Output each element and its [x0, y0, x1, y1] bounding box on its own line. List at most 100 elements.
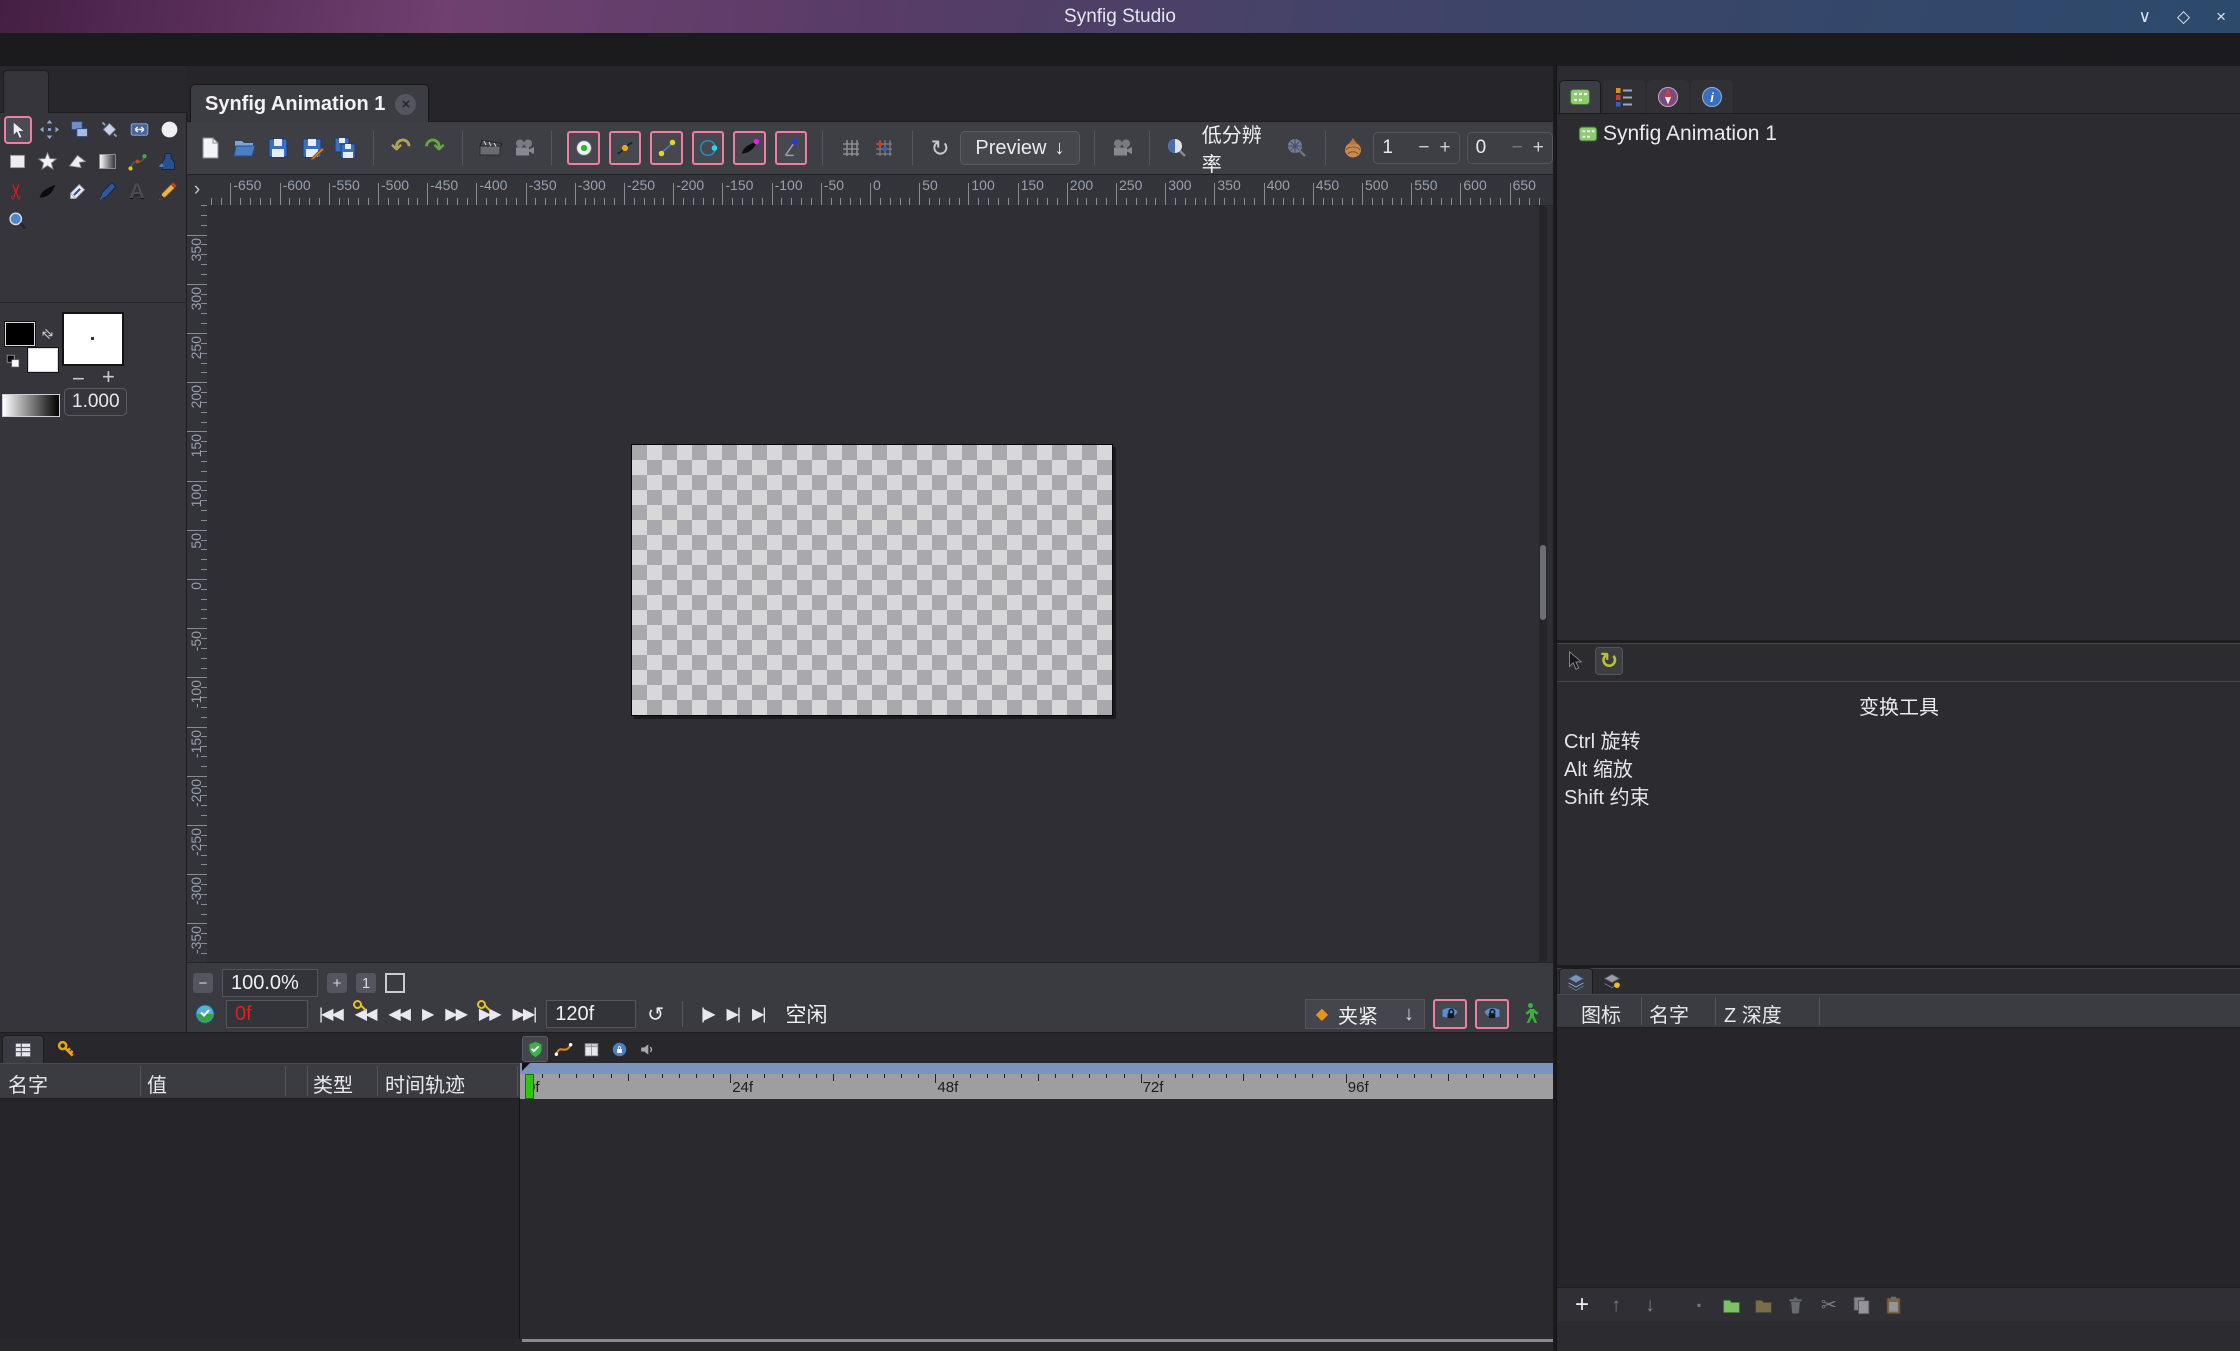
- tab-sets[interactable]: [1595, 968, 1629, 994]
- snap-to-grid-button[interactable]: [871, 133, 898, 163]
- toggle-angle-handles-button[interactable]: [774, 131, 808, 165]
- toggle-position-handles-button[interactable]: [567, 131, 600, 165]
- column-divider[interactable]: [1641, 997, 1642, 1025]
- brush-increase-button[interactable]: +: [102, 366, 115, 388]
- column-name[interactable]: 名字: [8, 1069, 48, 1098]
- toolbox-tab[interactable]: [3, 70, 49, 113]
- fit-canvas-icon[interactable]: [385, 973, 405, 993]
- column-divider[interactable]: [1819, 997, 1820, 1025]
- toolbox-collapse-button[interactable]: ›: [187, 175, 207, 205]
- group-layers-button[interactable]: [1750, 1292, 1776, 1318]
- spinner-minus-button[interactable]: −: [1418, 137, 1429, 159]
- tab-navigator[interactable]: [1647, 80, 1689, 113]
- spinner-plus-button[interactable]: +: [1440, 137, 1451, 159]
- prev-frame-button[interactable]: ◀◀: [386, 1004, 411, 1024]
- play-preview-button[interactable]: |▶: [699, 1004, 716, 1024]
- polygon-tool-button[interactable]: [64, 148, 90, 174]
- column-divider[interactable]: [377, 1066, 378, 1096]
- column-type[interactable]: 类型: [313, 1069, 353, 1098]
- column-value[interactable]: 值: [147, 1069, 167, 1098]
- preview-options-button[interactable]: [511, 133, 538, 163]
- draw-tool-button[interactable]: [154, 178, 180, 204]
- text-tool-button[interactable]: A: [124, 178, 150, 204]
- tab-layers[interactable]: [1559, 968, 1593, 994]
- column-timetrack[interactable]: 时间轨迹: [385, 1069, 465, 1098]
- seek-begin-button[interactable]: |◀◀: [317, 1004, 344, 1024]
- scale-tool-button[interactable]: [66, 116, 92, 142]
- circle-tool-button[interactable]: [156, 116, 182, 142]
- default-gradient-swatch[interactable]: [2, 394, 60, 417]
- clamp-dropdown[interactable]: ◆ 夹紧 ↓: [1304, 999, 1425, 1029]
- onion-past-spinner[interactable]: 1 − +: [1373, 132, 1460, 164]
- indent-icon[interactable]: ▪: [1686, 1292, 1712, 1318]
- layers-list-area[interactable]: [1557, 1028, 2240, 1287]
- star-tool-button[interactable]: [34, 148, 60, 174]
- open-document-button[interactable]: [231, 133, 258, 163]
- toggle-width-handles-button[interactable]: [733, 131, 766, 165]
- timetrack-area[interactable]: [521, 1099, 1553, 1339]
- tab-palette[interactable]: [1603, 80, 1645, 113]
- lower-layer-button[interactable]: ↓: [1637, 1292, 1663, 1318]
- timebar-keyframe-strip[interactable]: [520, 1063, 1553, 1074]
- tab-info[interactable]: i: [1691, 80, 1733, 113]
- new-group-button[interactable]: [1718, 1292, 1744, 1318]
- curves-icon[interactable]: [550, 1036, 576, 1062]
- column-icon[interactable]: 图标: [1581, 999, 1621, 1028]
- stop-button[interactable]: ▶|: [750, 1004, 767, 1024]
- zoom-out-button[interactable]: −: [193, 973, 213, 993]
- zoom-value-field[interactable]: 100.0%: [222, 969, 318, 997]
- save-button[interactable]: [264, 133, 291, 163]
- mirror-tool-button[interactable]: [96, 116, 122, 142]
- prev-keyframe-button[interactable]: ◀◀: [352, 1000, 378, 1024]
- spinner-plus-button[interactable]: +: [1533, 137, 1544, 159]
- paste-button[interactable]: [1880, 1292, 1906, 1318]
- animate-mode-icon[interactable]: [1517, 1001, 1543, 1027]
- onion-future-spinner[interactable]: 0 − +: [1466, 132, 1553, 164]
- zoom-tool-button[interactable]: [4, 208, 30, 234]
- reset-tool-options-icon[interactable]: ↻: [1595, 647, 1623, 675]
- canvas-checkerboard[interactable]: [631, 444, 1113, 716]
- bundle-icon[interactable]: [578, 1036, 604, 1062]
- brush-tool-button[interactable]: [64, 178, 90, 204]
- seek-end-button[interactable]: ▶▶|: [511, 1004, 538, 1024]
- width-tool-button[interactable]: [34, 178, 60, 204]
- zoom-reset-button[interactable]: 1: [356, 973, 376, 993]
- eyedrop-tool-button[interactable]: [94, 178, 120, 204]
- save-as-button[interactable]: [298, 133, 325, 163]
- column-name[interactable]: 名字: [1649, 999, 1689, 1028]
- raise-layer-button[interactable]: ↑: [1603, 1292, 1629, 1318]
- tab-parameters[interactable]: [2, 1035, 44, 1064]
- render-preview-button[interactable]: [1108, 133, 1135, 163]
- toggle-grid-button[interactable]: [837, 133, 864, 163]
- current-time-field[interactable]: 0f: [226, 1000, 308, 1028]
- shade-window-icon[interactable]: ∨: [2139, 7, 2151, 27]
- render-play-button[interactable]: ▶|: [725, 1004, 742, 1024]
- scrollbar-thumb[interactable]: [1540, 545, 1546, 620]
- redo-button[interactable]: ↷: [421, 133, 448, 163]
- params-list-area[interactable]: [0, 1099, 520, 1339]
- maximize-window-icon[interactable]: ◇: [2177, 7, 2190, 27]
- canvas-workspace[interactable]: [207, 205, 1533, 962]
- rectangle-tool-button[interactable]: [4, 148, 30, 174]
- decrease-resolution-icon[interactable]: [1164, 133, 1191, 163]
- canvas-vertical-scrollbar[interactable]: [1539, 205, 1547, 962]
- toggle-vertex-handles-button[interactable]: [608, 131, 642, 165]
- play-button[interactable]: ▶: [420, 1004, 434, 1024]
- brush-decrease-button[interactable]: −: [72, 368, 85, 390]
- refresh-button[interactable]: ↻: [927, 133, 954, 163]
- sound-icon[interactable]: [634, 1036, 660, 1062]
- active-tool-icon[interactable]: [1561, 647, 1589, 675]
- column-divider[interactable]: [1715, 997, 1716, 1025]
- swap-colors-icon[interactable]: ⇄: [38, 324, 57, 343]
- column-zdepth[interactable]: Z 深度: [1724, 999, 1782, 1028]
- cutout-tool-button[interactable]: ✂: [4, 178, 30, 204]
- next-frame-button[interactable]: ▶▶: [443, 1004, 468, 1024]
- timebar[interactable]: 0f24f48f72f96f: [520, 1063, 1553, 1099]
- lock-past-keyframe-button[interactable]: [1433, 999, 1467, 1029]
- resize-tool-button[interactable]: [126, 116, 152, 142]
- next-keyframe-button[interactable]: ▶▶: [476, 1000, 502, 1024]
- render-options-button[interactable]: [477, 133, 504, 163]
- fill-tool-button[interactable]: [154, 148, 180, 174]
- default-opacity-field[interactable]: 1.000: [64, 388, 127, 416]
- timebar-ruler[interactable]: 0f24f48f72f96f: [520, 1074, 1553, 1099]
